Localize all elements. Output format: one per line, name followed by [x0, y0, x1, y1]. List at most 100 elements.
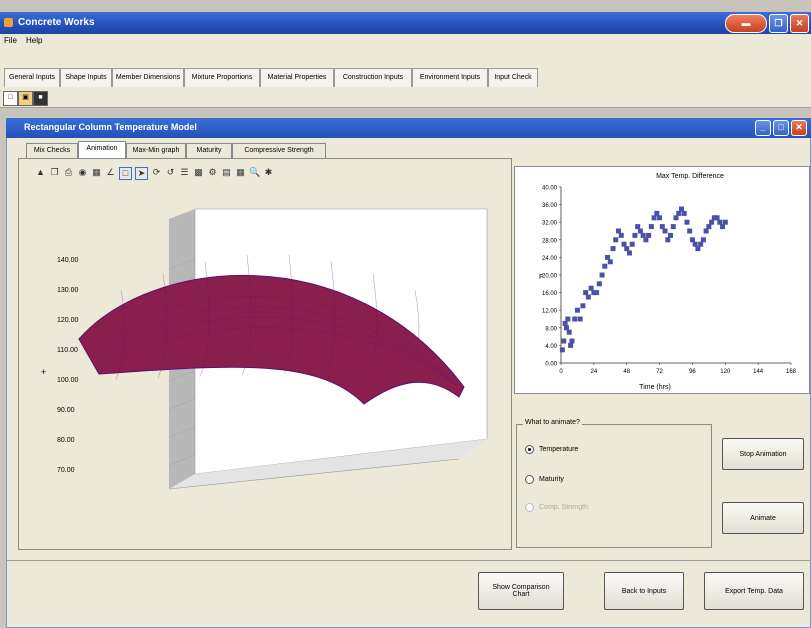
back-to-inputs-button[interactable]: Back to Inputs	[604, 572, 684, 610]
svg-text:+: +	[41, 367, 46, 377]
new-file-icon[interactable]: □	[3, 91, 18, 106]
data-point	[668, 232, 674, 238]
minimize-icon[interactable]: _	[755, 120, 771, 136]
data-point	[605, 254, 611, 260]
menu-file[interactable]: File	[4, 36, 17, 45]
radio-button[interactable]	[525, 475, 534, 484]
tab-maturity[interactable]: Maturity	[186, 143, 232, 158]
radio-button-selected[interactable]	[525, 445, 534, 454]
model-window-title: Rectangular Column Temperature Model	[24, 122, 197, 132]
x-tick-label: 120	[720, 369, 731, 375]
show-comparison-chart-button[interactable]: Show Comparison Chart	[478, 572, 564, 610]
x-tick-label: 48	[623, 369, 630, 375]
x-tick-label: 24	[591, 369, 598, 375]
app-title: Concrete Works	[18, 17, 95, 28]
radio-label: Temperature	[539, 446, 579, 453]
data-point	[577, 316, 583, 322]
data-point	[599, 272, 605, 278]
tab-mixture-proportions[interactable]: Mixture Proportions	[184, 68, 260, 87]
animate-groupbox: What to animate? Temperature Maturity Co…	[516, 419, 712, 548]
data-point	[626, 250, 632, 256]
data-point	[695, 246, 701, 252]
data-point	[720, 224, 726, 230]
tab-max-min-graph[interactable]: Max-Min graph	[126, 143, 186, 158]
data-point	[572, 316, 578, 322]
open-folder-icon[interactable]: ▣	[18, 91, 33, 106]
radio-maturity[interactable]: Maturity	[525, 475, 564, 484]
data-point	[689, 237, 695, 243]
menu-help[interactable]: Help	[26, 36, 42, 45]
y-tick-label: 4.00	[545, 344, 557, 350]
data-point	[569, 338, 575, 344]
data-point	[618, 232, 624, 238]
z-tick-label: 70.00	[57, 467, 75, 474]
z-tick-label: 100.00	[57, 377, 79, 384]
z-tick-label: 110.00	[57, 347, 78, 354]
stop-animation-button[interactable]: Stop Animation	[722, 438, 804, 470]
data-point	[568, 342, 574, 348]
temp-difference-chart: Max Temp. Difference Time (hrs) F 40.003…	[539, 173, 797, 391]
bottom-bar	[6, 560, 811, 622]
y-tick-label: 0.00	[545, 362, 557, 368]
data-point	[563, 325, 569, 331]
tab-general-inputs[interactable]: General Inputs	[4, 68, 60, 87]
save-icon[interactable]: ■	[33, 91, 48, 106]
z-tick-label: 90.00	[57, 407, 75, 414]
data-point	[643, 237, 649, 243]
file-toolbar: □ ▣ ■	[0, 88, 811, 108]
tab-construction-inputs[interactable]: Construction Inputs	[334, 68, 412, 87]
data-point	[637, 228, 643, 234]
data-point	[684, 219, 690, 225]
data-point	[678, 206, 684, 212]
data-point	[646, 232, 652, 238]
radio-label: Comp. Strength	[539, 504, 589, 511]
data-point	[574, 307, 580, 313]
close-icon[interactable]: ✕	[791, 120, 807, 136]
data-point	[616, 228, 621, 234]
z-tick-label: 120.00	[57, 317, 79, 324]
app-icon	[4, 18, 13, 27]
data-point	[670, 224, 676, 230]
tab-mix-checks[interactable]: Mix Checks	[26, 143, 78, 158]
tab-compressive-strength[interactable]: Compressive Strength	[232, 143, 326, 158]
tab-material-properties[interactable]: Material Properties	[260, 68, 334, 87]
x-tick-label: 72	[656, 369, 663, 375]
tab-member-dimensions[interactable]: Member Dimensions	[112, 68, 184, 87]
data-point	[651, 215, 657, 221]
data-point	[706, 224, 712, 230]
data-point	[565, 316, 571, 322]
y-tick-label: 28.00	[542, 238, 558, 244]
main-title-bar: Concrete Works ▬ ❐ ✕	[0, 12, 811, 34]
y-tick-label: 36.00	[542, 203, 558, 209]
y-tick-label: 12.00	[542, 309, 558, 315]
data-point	[607, 259, 613, 265]
tab-animation[interactable]: Animation	[78, 141, 126, 158]
data-point	[610, 246, 616, 252]
input-tabs-bar: General Inputs Shape Inputs Member Dimen…	[0, 48, 811, 88]
surface-plot-panel: ▲ ❐ ⎙ ◉ ▦ ∠ □ ➤ ⟳ ↺ ☰ ▩ ⚙ ▤ ▦ 🔍 ✱ 140.00…	[18, 158, 512, 550]
data-point	[657, 215, 663, 221]
animate-group-legend: What to animate?	[523, 419, 582, 426]
chart-title: Max Temp. Difference	[656, 173, 724, 180]
data-point	[703, 228, 709, 234]
data-point	[583, 290, 589, 296]
y-tick-label: 8.00	[545, 326, 557, 332]
radio-button[interactable]	[525, 503, 534, 512]
tab-input-check[interactable]: Input Check	[488, 68, 538, 87]
close-icon[interactable]: ✕	[790, 14, 809, 33]
tab-environment-inputs[interactable]: Environment Inputs	[412, 68, 488, 87]
restore-icon[interactable]: ❐	[769, 14, 788, 33]
window-control-group[interactable]: ▬	[725, 14, 767, 33]
data-point	[566, 329, 572, 335]
data-point	[700, 237, 706, 243]
y-tick-label: 16.00	[542, 291, 558, 297]
export-temp-data-button[interactable]: Export Temp. Data	[704, 572, 804, 610]
data-point	[665, 237, 671, 243]
maximize-icon[interactable]: □	[773, 120, 789, 136]
radio-comp-strength[interactable]: Comp. Strength	[525, 503, 588, 512]
radio-temperature[interactable]: Temperature	[525, 445, 578, 454]
z-tick-label: 140.00	[57, 257, 79, 264]
x-tick-label: 144	[753, 369, 764, 375]
animate-button[interactable]: Animate	[722, 502, 804, 534]
tab-shape-inputs[interactable]: Shape Inputs	[60, 68, 112, 87]
